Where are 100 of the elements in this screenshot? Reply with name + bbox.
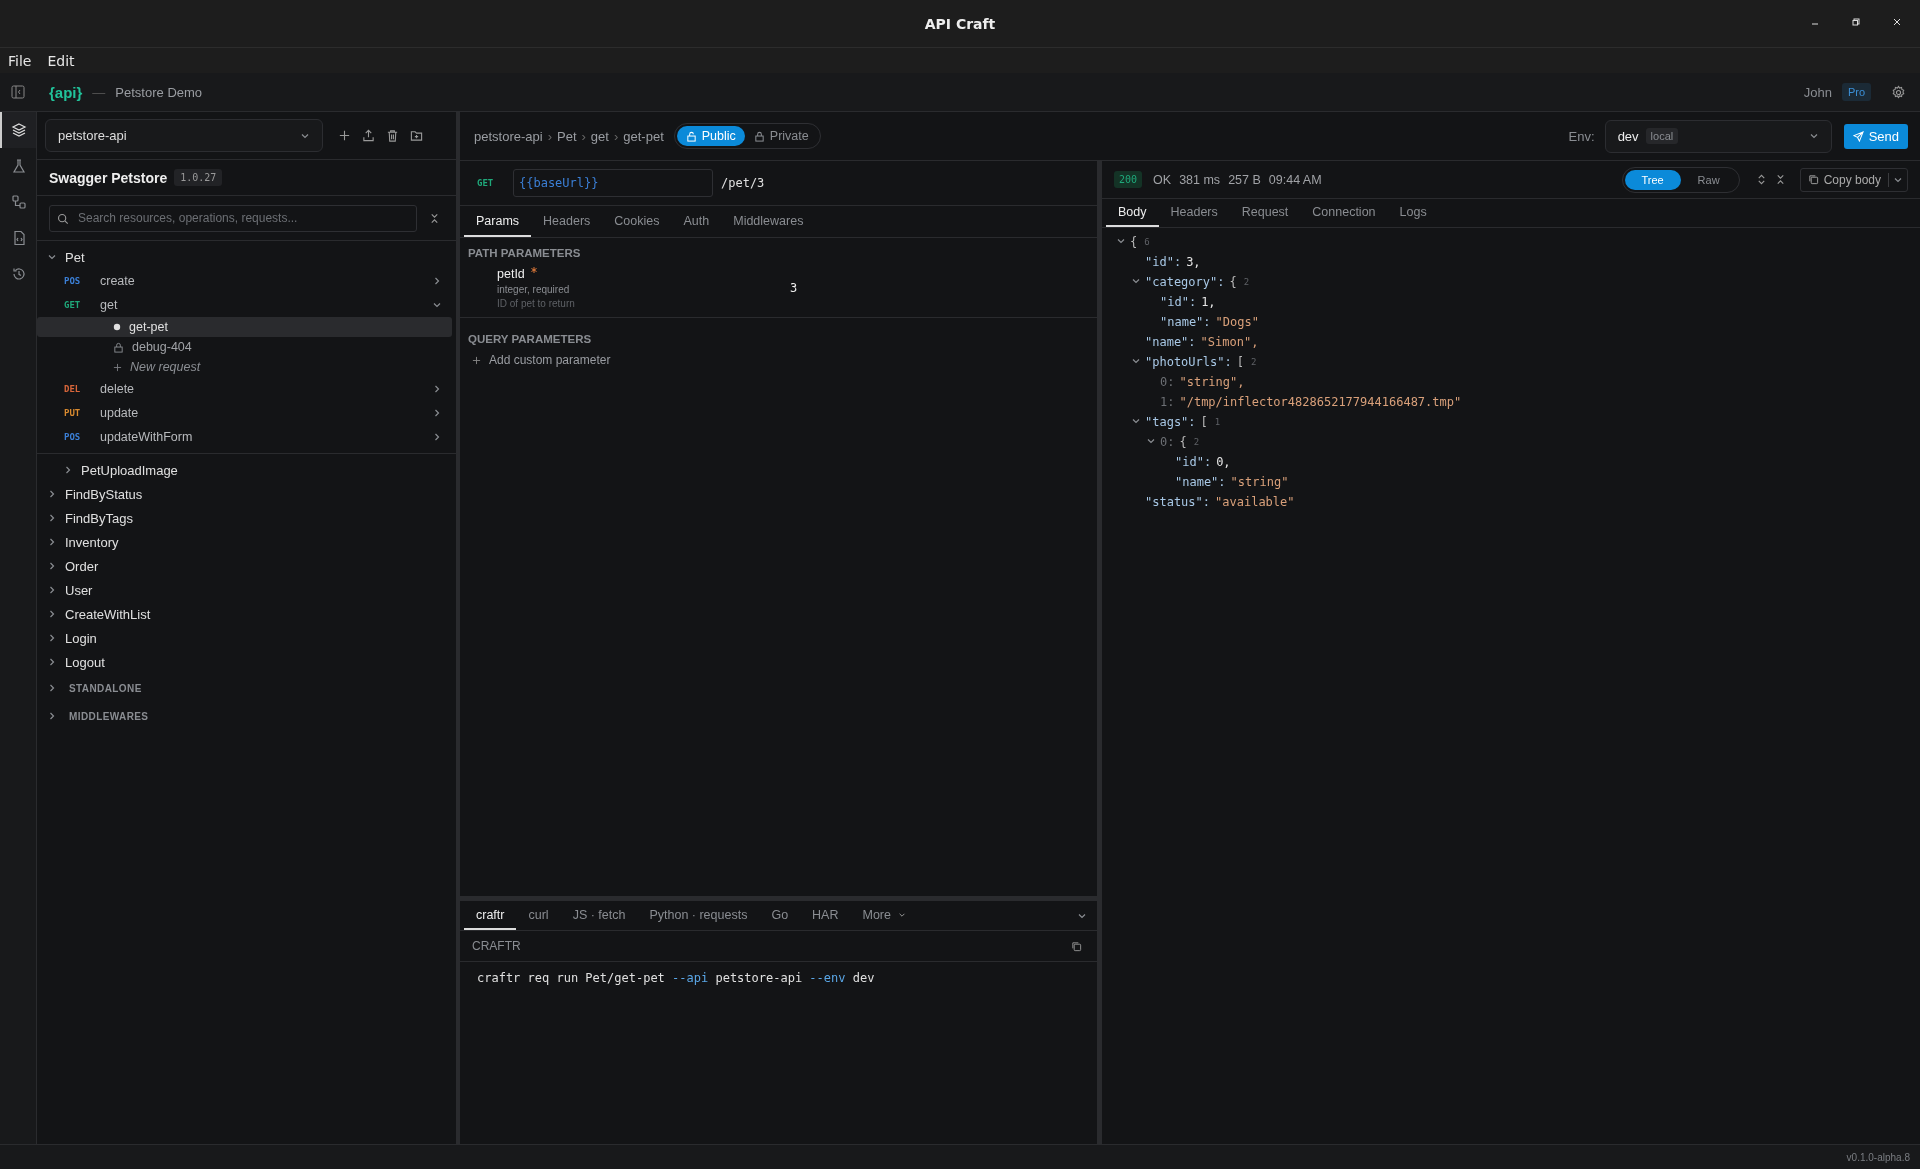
new-request-link[interactable]: New request bbox=[130, 360, 201, 374]
collapse-icon[interactable] bbox=[1131, 276, 1141, 286]
response-tab[interactable]: Connection bbox=[1300, 199, 1388, 227]
menu-item[interactable]: Edit bbox=[47, 52, 75, 69]
add-parameter-link[interactable]: Add custom parameter bbox=[489, 353, 611, 367]
breadcrumb-item[interactable]: get-pet bbox=[623, 128, 664, 144]
user-name[interactable]: John bbox=[1803, 84, 1832, 100]
chevron-icon[interactable] bbox=[47, 561, 57, 571]
plus-icon[interactable] bbox=[338, 129, 351, 142]
separator-dash: — bbox=[92, 84, 106, 100]
api-select[interactable]: petstore-api bbox=[45, 119, 323, 152]
method-label: POS bbox=[64, 432, 82, 442]
version-badge: 1.0.27 bbox=[174, 169, 223, 186]
operation-label[interactable]: updateWithForm bbox=[100, 430, 193, 444]
response-tab[interactable]: Request bbox=[1229, 199, 1301, 227]
editor-tab[interactable]: Headers bbox=[531, 206, 603, 237]
tree-group-label[interactable]: FindByTags bbox=[65, 510, 133, 526]
chevron-icon[interactable] bbox=[47, 633, 57, 643]
code-tab[interactable]: Python · requests bbox=[637, 901, 760, 930]
param-value-field[interactable]: 3 bbox=[790, 281, 798, 295]
breadcrumb-item[interactable]: get bbox=[590, 128, 609, 144]
code-tab[interactable]: JS · fetch bbox=[560, 901, 638, 930]
tree-group-label[interactable]: Pet bbox=[65, 249, 85, 265]
section-label[interactable]: STANDALONE bbox=[69, 682, 142, 694]
json-key: "photoUrls": bbox=[1145, 355, 1232, 369]
breadcrumb-item[interactable]: Pet bbox=[557, 128, 577, 144]
tree-group-label[interactable]: User bbox=[65, 582, 93, 598]
section-label[interactable]: MIDDLEWARES bbox=[69, 710, 149, 722]
operation-label[interactable]: get bbox=[100, 298, 118, 312]
close-icon[interactable] bbox=[1892, 17, 1902, 27]
collapse-all-icon[interactable] bbox=[429, 212, 440, 224]
dropdown-icon[interactable] bbox=[1808, 131, 1819, 141]
tree-group-label[interactable]: Order bbox=[65, 558, 99, 574]
environment-select[interactable]: dev local bbox=[1604, 119, 1832, 153]
editor-tab[interactable]: Auth bbox=[671, 206, 722, 237]
section-heading: PATH PARAMETERS bbox=[467, 246, 582, 259]
tree-group-label[interactable]: Logout bbox=[65, 654, 105, 670]
tree-group-label[interactable]: FindByStatus bbox=[65, 486, 143, 502]
visibility-toggle[interactable]: Public bbox=[676, 126, 745, 146]
operation-label[interactable]: delete bbox=[100, 382, 135, 396]
view-toggle[interactable]: Raw bbox=[1680, 169, 1737, 190]
code-tab[interactable]: HAR bbox=[800, 901, 851, 930]
upload-icon[interactable] bbox=[362, 129, 375, 142]
tree-group-label[interactable]: CreateWithList bbox=[65, 606, 151, 622]
chevron-icon[interactable] bbox=[432, 432, 442, 442]
chevron-icon[interactable] bbox=[47, 657, 57, 667]
operation-label[interactable]: update bbox=[100, 406, 139, 420]
breadcrumb-separator: › bbox=[613, 128, 619, 144]
chevron-icon[interactable] bbox=[47, 252, 57, 262]
tree-group-label[interactable]: Login bbox=[65, 630, 97, 646]
tree-group-label[interactable]: PetUploadImage bbox=[81, 462, 178, 478]
code-tab[interactable]: More bbox=[850, 901, 918, 930]
code-tab[interactable]: craftr bbox=[464, 901, 517, 930]
code-tab[interactable]: Go bbox=[759, 901, 801, 930]
trash-icon[interactable] bbox=[386, 129, 399, 142]
search-field[interactable]: Search resources, operations, requests... bbox=[49, 204, 417, 232]
chevron-icon[interactable] bbox=[47, 489, 57, 499]
chevron-icon[interactable] bbox=[432, 408, 442, 418]
layers-icon[interactable] bbox=[0, 112, 36, 148]
chevron-icon[interactable] bbox=[432, 276, 442, 286]
chevron-icon[interactable] bbox=[47, 585, 57, 595]
chevron-icon[interactable] bbox=[47, 513, 57, 523]
json-key: "name": bbox=[1160, 315, 1211, 329]
response-tab[interactable]: Logs bbox=[1387, 199, 1439, 227]
expand-all-icon[interactable] bbox=[1755, 174, 1767, 185]
base-url-field[interactable]: {{baseUrl}} bbox=[513, 169, 713, 197]
chevron-icon[interactable] bbox=[63, 465, 73, 475]
breadcrumb-item[interactable]: petstore-api bbox=[474, 128, 543, 144]
operation-label[interactable]: create bbox=[100, 274, 135, 288]
menu-item[interactable]: File bbox=[8, 52, 32, 69]
folder-plus-icon[interactable] bbox=[410, 129, 423, 142]
method-label: GET bbox=[64, 300, 82, 310]
json-value: "Simon", bbox=[1200, 335, 1259, 349]
url-path[interactable]: /pet/3 bbox=[721, 176, 765, 190]
send-button[interactable]: Send bbox=[1843, 123, 1908, 149]
response-tab[interactable]: Headers bbox=[1158, 199, 1230, 227]
editor-tab[interactable]: Cookies bbox=[602, 206, 672, 237]
visibility-toggle[interactable]: Private bbox=[744, 126, 818, 146]
view-toggle[interactable]: Tree bbox=[1624, 169, 1681, 190]
editor-tab[interactable]: Middlewares bbox=[721, 206, 816, 237]
collapse-icon[interactable] bbox=[1116, 236, 1126, 246]
collapse-icon[interactable] bbox=[1131, 356, 1141, 366]
copy-icon[interactable] bbox=[1071, 940, 1082, 952]
request-item[interactable]: debug-404 bbox=[37, 337, 452, 357]
chevron-icon[interactable] bbox=[432, 300, 442, 310]
chevron-icon[interactable] bbox=[47, 609, 57, 619]
json-value: 0, bbox=[1216, 455, 1231, 469]
chevron-icon[interactable] bbox=[47, 711, 57, 721]
chevron-icon[interactable] bbox=[47, 537, 57, 547]
plan-badge: Pro bbox=[1841, 83, 1871, 101]
sidebar-toggle-icon[interactable] bbox=[11, 85, 25, 99]
editor-tab[interactable]: Params bbox=[464, 206, 532, 237]
restore-icon[interactable] bbox=[1851, 17, 1861, 27]
chevron-icon[interactable] bbox=[47, 683, 57, 693]
chevron-icon[interactable] bbox=[432, 384, 442, 394]
code-tab[interactable]: curl bbox=[516, 901, 561, 930]
response-tab[interactable]: Body bbox=[1106, 199, 1159, 227]
tree-group-label[interactable]: Inventory bbox=[65, 534, 119, 550]
settings-icon[interactable] bbox=[1891, 84, 1906, 100]
request-item[interactable]: get-pet bbox=[37, 317, 452, 337]
